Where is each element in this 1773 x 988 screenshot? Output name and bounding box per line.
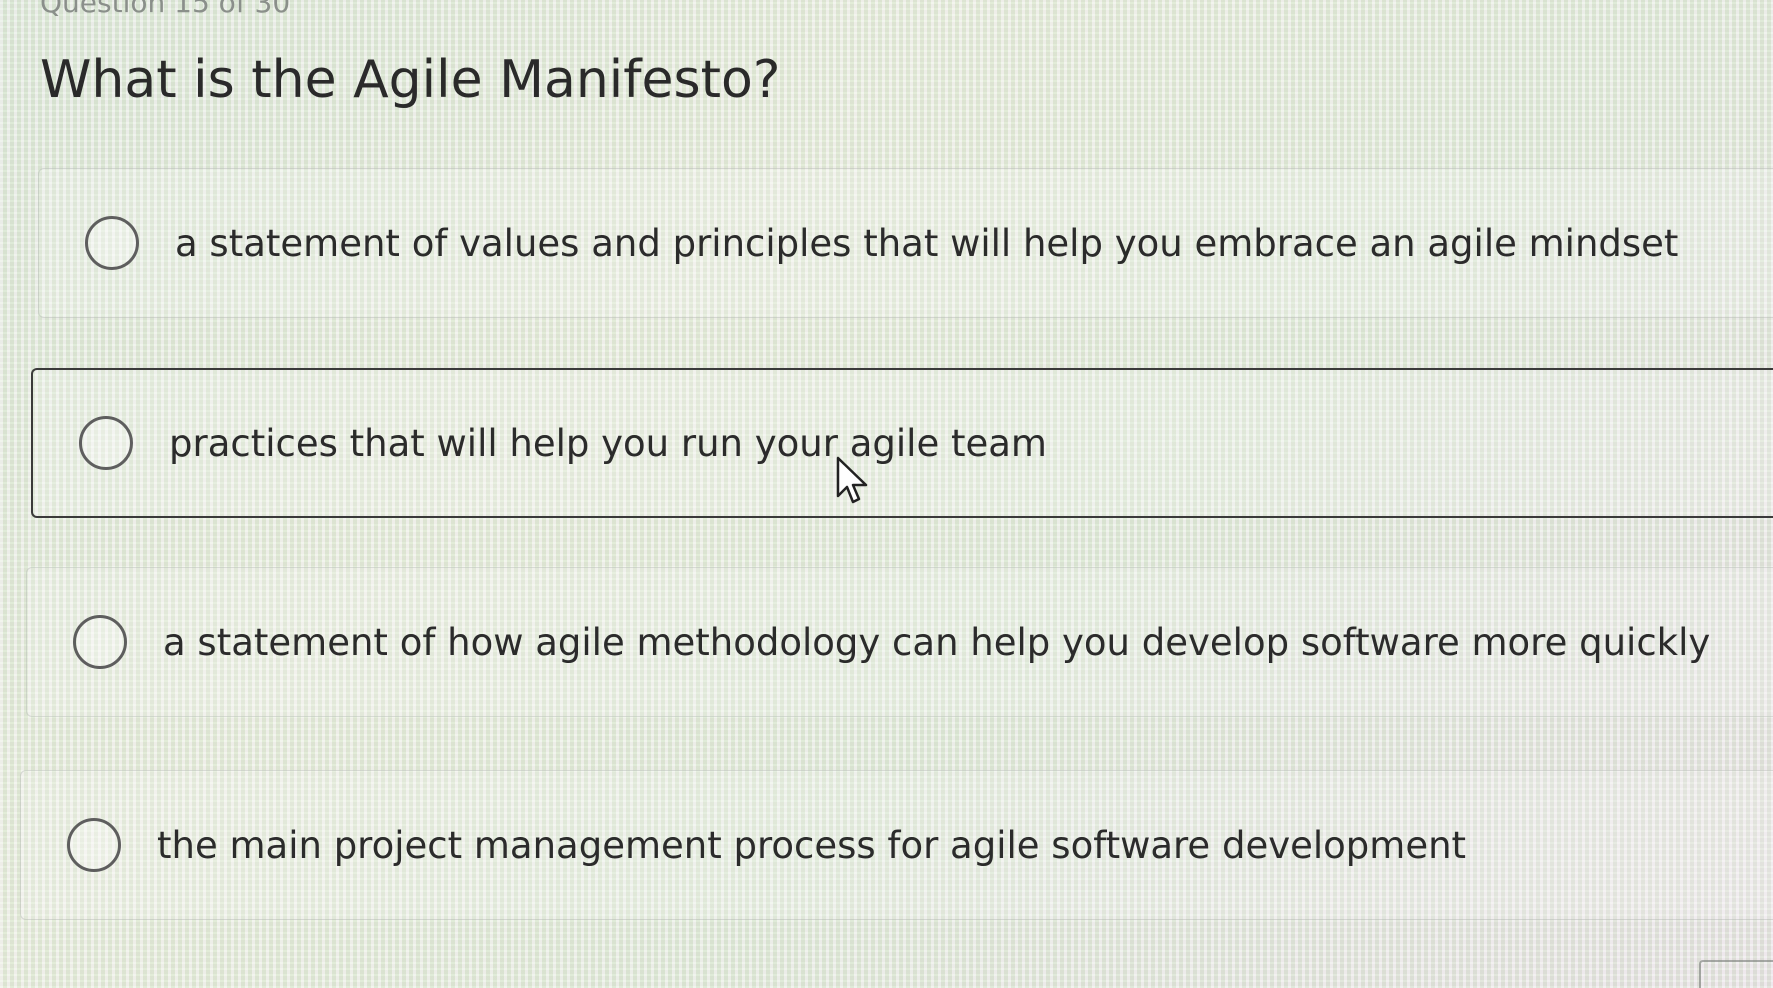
radio-unselected-icon[interactable] (79, 416, 133, 470)
radio-unselected-icon[interactable] (85, 216, 139, 270)
answer-option-label: the main project management process for … (157, 823, 1467, 867)
mouse-pointer-icon (836, 456, 868, 504)
answer-option-label: practices that will help you run your ag… (169, 421, 1047, 465)
answer-option-label: a statement of how agile methodology can… (163, 620, 1711, 664)
question-counter: Question 15 of 30 (40, 0, 291, 19)
radio-unselected-icon[interactable] (67, 818, 121, 872)
next-button-edge[interactable] (1699, 960, 1773, 988)
radio-unselected-icon[interactable] (73, 615, 127, 669)
answer-option-3[interactable]: a statement of how agile methodology can… (26, 567, 1773, 717)
question-title: What is the Agile Manifesto? (40, 50, 781, 110)
answer-option-4[interactable]: the main project management process for … (20, 770, 1773, 920)
answer-option-1[interactable]: a statement of values and principles tha… (38, 168, 1773, 318)
answer-option-label: a statement of values and principles tha… (175, 221, 1679, 265)
answer-option-2[interactable]: practices that will help you run your ag… (31, 368, 1773, 518)
